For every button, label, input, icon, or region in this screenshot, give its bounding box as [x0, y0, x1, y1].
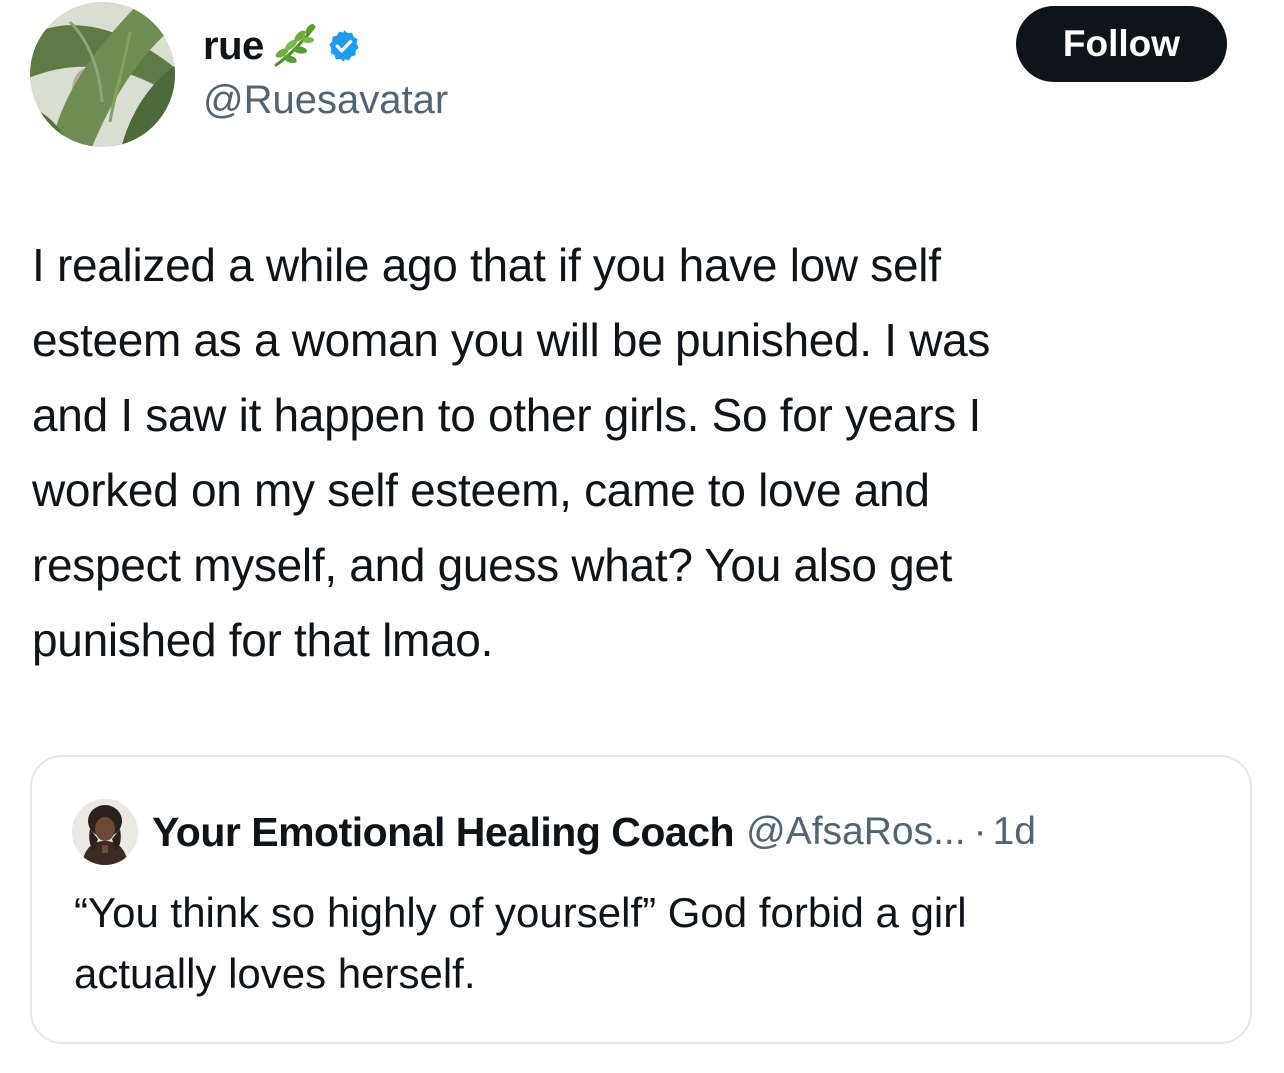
author-handle[interactable]: @Ruesavatar — [203, 78, 448, 123]
quoted-author-avatar[interactable] — [72, 799, 138, 865]
quoted-tweet-header: Your Emotional Healing Coach @AfsaRos...… — [72, 799, 1036, 865]
quoted-tweet-card[interactable]: Your Emotional Healing Coach @AfsaRos...… — [30, 755, 1252, 1044]
tweet-text: I realized a while ago that if you have … — [32, 239, 991, 666]
herb-icon — [270, 23, 320, 69]
follow-button[interactable]: Follow — [1016, 6, 1227, 82]
verified-badge-icon[interactable] — [326, 28, 362, 64]
author-avatar[interactable] — [30, 2, 175, 147]
quoted-tweet-text: “You think so highly of yourself” God fo… — [74, 889, 967, 997]
quoted-author-name[interactable]: Your Emotional Healing Coach — [152, 809, 735, 856]
author-name-row[interactable]: rue — [203, 22, 362, 70]
quoted-author-handle[interactable]: @AfsaRos... — [746, 810, 966, 854]
quoted-separator: · — [973, 810, 987, 853]
author-display-name[interactable]: rue — [203, 24, 264, 69]
quoted-timestamp[interactable]: 1d — [993, 810, 1036, 854]
